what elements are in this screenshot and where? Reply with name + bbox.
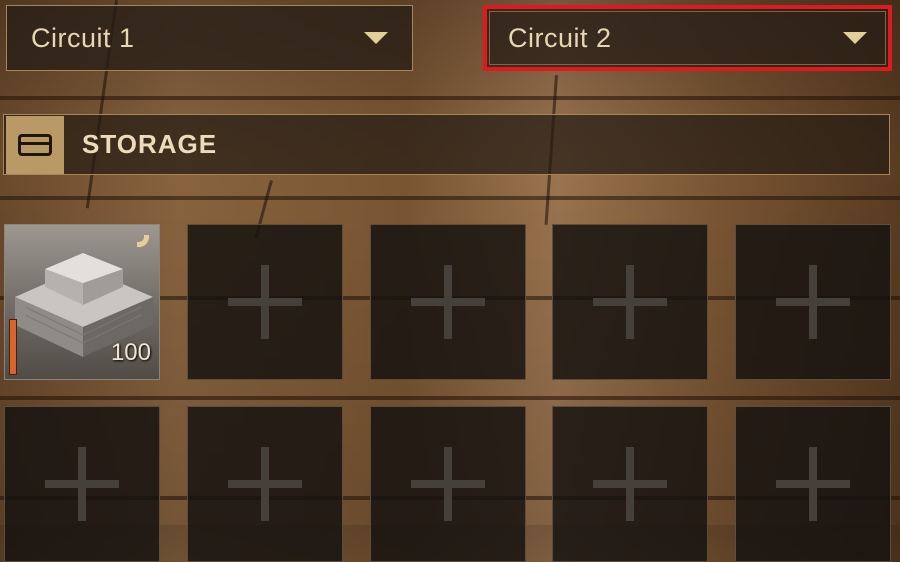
inventory-slot-filled[interactable]: 100 xyxy=(4,224,160,380)
plus-icon-stroke xyxy=(261,265,269,339)
chevron-down-icon xyxy=(364,32,388,44)
plus-icon-stroke xyxy=(626,447,634,521)
plus-icon-stroke xyxy=(444,447,452,521)
plus-icon-stroke xyxy=(261,447,269,521)
chest-icon xyxy=(6,115,64,174)
durability-bar xyxy=(9,319,17,375)
plus-icon-stroke xyxy=(78,447,86,521)
chevron-down-icon xyxy=(843,32,867,44)
inventory-slot-empty[interactable] xyxy=(552,406,708,562)
inventory-slot-empty[interactable] xyxy=(552,224,708,380)
inventory-slot-empty[interactable] xyxy=(735,406,891,562)
circuit-1-dropdown[interactable]: Circuit 1 xyxy=(6,5,413,71)
dropdown-label: Circuit 2 xyxy=(508,22,612,53)
inventory-slot-empty[interactable] xyxy=(735,224,891,380)
inventory-slot-empty[interactable] xyxy=(187,406,343,562)
plus-icon-stroke xyxy=(626,265,634,339)
plus-icon-stroke xyxy=(809,265,817,339)
dropdown-label: Circuit 1 xyxy=(31,22,135,53)
storage-title: STORAGE xyxy=(82,129,218,159)
inventory-slot-empty[interactable] xyxy=(370,406,526,562)
inventory-slot-empty[interactable] xyxy=(370,224,526,380)
circuit-2-dropdown[interactable]: Circuit 2 xyxy=(483,5,892,71)
inventory-slot-empty[interactable] xyxy=(187,224,343,380)
inventory-slot-empty[interactable] xyxy=(4,406,160,562)
plus-icon-stroke xyxy=(444,265,452,339)
plus-icon-stroke xyxy=(809,447,817,521)
storage-header: STORAGE xyxy=(3,114,890,175)
item-quantity: 100 xyxy=(110,339,151,366)
